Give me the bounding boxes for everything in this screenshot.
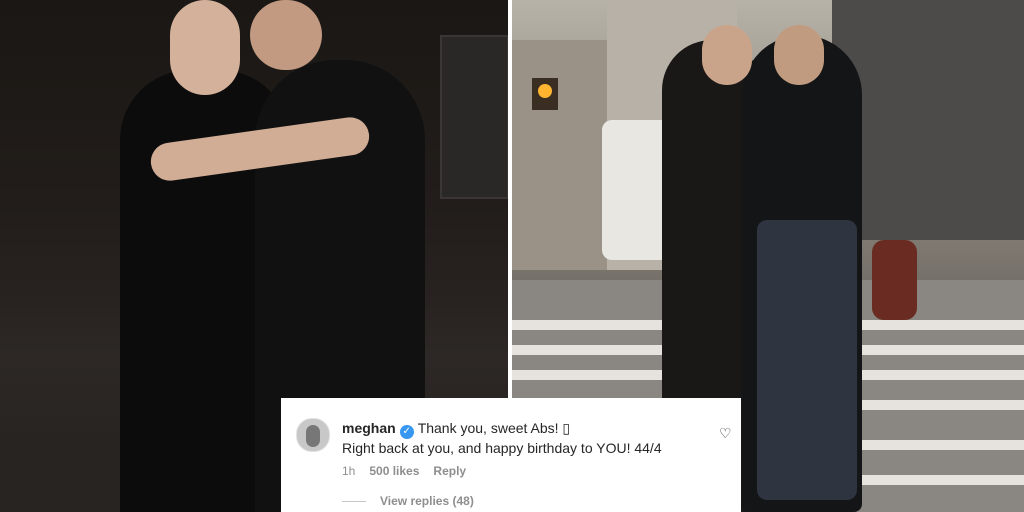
heart-icon[interactable]: ♡ <box>719 426 733 440</box>
avatar[interactable] <box>296 418 330 452</box>
background-poster <box>440 35 508 199</box>
replies-divider <box>342 501 366 503</box>
building-left <box>512 40 607 270</box>
instagram-comment: meghan ✓ Thank you, sweet Abs! ▯ Right bac… <box>281 398 741 512</box>
jeans <box>757 220 857 500</box>
view-replies-button[interactable]: View replies (48) <box>342 494 474 508</box>
comment-meta: 1h 500 likes Reply <box>342 464 480 478</box>
reply-button[interactable]: Reply <box>433 464 466 478</box>
likes-count[interactable]: 500 likes <box>369 464 419 478</box>
traffic-light-lamp <box>538 84 552 98</box>
traffic-light <box>532 78 558 110</box>
verified-badge-icon: ✓ <box>399 425 414 439</box>
face-left-woman <box>170 0 240 95</box>
comment-text-1: Thank you, sweet Abs! ▯ <box>417 420 571 436</box>
username[interactable]: meghan <box>342 420 396 436</box>
comment-time: 1h <box>342 464 356 478</box>
face-curly-hair-woman <box>702 25 752 85</box>
face-jeans-woman <box>774 25 824 85</box>
comment-line-1: meghan ✓ Thank you, sweet Abs! ▯ <box>342 420 570 439</box>
comment-text-2: Right back at you, and happy birthday to… <box>342 440 662 456</box>
face-right-woman <box>250 0 322 70</box>
red-backpack <box>872 240 917 320</box>
view-replies-label[interactable]: View replies (48) <box>380 494 474 508</box>
